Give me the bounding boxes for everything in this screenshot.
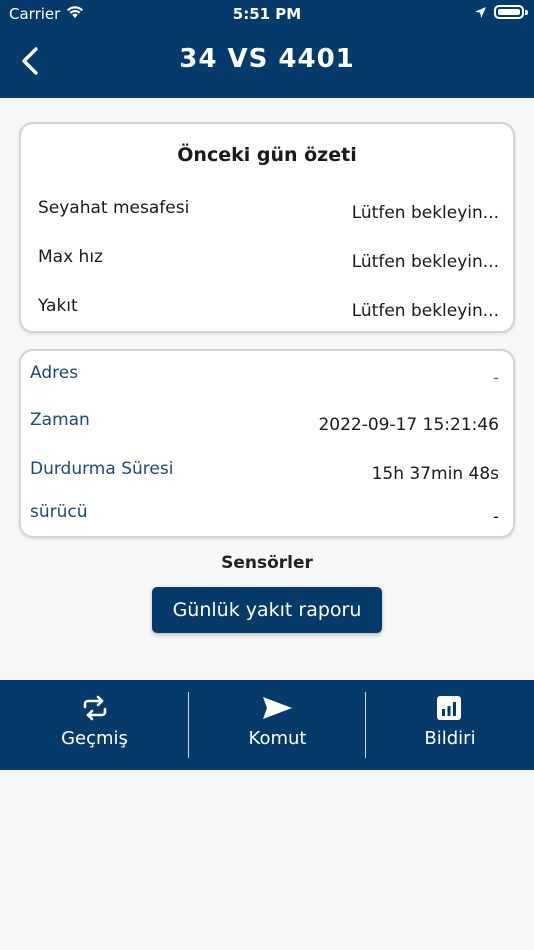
location-arrow-icon bbox=[475, 7, 486, 18]
summary-label: Max hız bbox=[38, 247, 103, 267]
sensors-heading: Sensörler bbox=[221, 553, 313, 573]
repeat-icon bbox=[83, 695, 107, 721]
tab-command[interactable]: Komut bbox=[189, 680, 366, 770]
tab-label: Geçmiş bbox=[61, 728, 128, 749]
detail-value: - bbox=[492, 507, 499, 527]
tab-label: Komut bbox=[248, 728, 307, 749]
detail-value: - bbox=[492, 368, 499, 388]
summary-value: Lütfen bekleyin... bbox=[351, 301, 499, 321]
summary-row-fuel: Yakıt Lütfen bekleyin... bbox=[21, 296, 513, 326]
summary-label: Yakıt bbox=[38, 296, 78, 316]
summary-value: Lütfen bekleyin... bbox=[351, 252, 499, 272]
tab-label: Bildiri bbox=[424, 728, 476, 749]
app-header: Carrier 5:51 PM 34 VS 4401 bbox=[0, 0, 534, 98]
summary-label: Seyahat mesafesi bbox=[38, 198, 190, 218]
detail-label: sürücü bbox=[30, 502, 88, 522]
bottom-tab-bar: Geçmiş Komut Bildiri bbox=[0, 680, 534, 770]
detail-row-driver: sürücü - bbox=[21, 502, 513, 532]
page-title: 34 VS 4401 bbox=[179, 44, 355, 74]
summary-row-max-speed: Max hız Lütfen bekleyin... bbox=[21, 247, 513, 277]
detail-label: Zaman bbox=[30, 410, 90, 430]
daily-fuel-report-button[interactable]: Günlük yakıt raporu bbox=[152, 587, 382, 633]
detail-label: Durdurma Süresi bbox=[30, 459, 174, 479]
status-time: 5:51 PM bbox=[232, 5, 302, 23]
detail-value: 2022-09-17 15:21:46 bbox=[318, 415, 499, 435]
tab-report[interactable]: Bildiri bbox=[366, 680, 534, 770]
detail-value: 15h 37min 48s bbox=[371, 464, 499, 484]
detail-row-address: Adres - bbox=[21, 363, 513, 393]
summary-row-distance: Seyahat mesafesi Lütfen bekleyin... bbox=[21, 198, 513, 228]
battery-icon bbox=[494, 5, 524, 19]
summary-title: Önceki gün özeti bbox=[177, 144, 357, 166]
report-chart-icon bbox=[437, 696, 461, 720]
status-bar: Carrier 5:51 PM bbox=[0, 0, 534, 28]
send-icon bbox=[263, 697, 292, 719]
battery-tip bbox=[525, 10, 528, 15]
summary-value: Lütfen bekleyin... bbox=[351, 203, 499, 223]
tab-history[interactable]: Geçmiş bbox=[0, 680, 189, 770]
vehicle-details-card: Adres - Zaman 2022-09-17 15:21:46 Durdur… bbox=[19, 349, 515, 538]
previous-day-summary-card: Önceki gün özeti Seyahat mesafesi Lütfen… bbox=[19, 122, 515, 333]
detail-row-time: Zaman 2022-09-17 15:21:46 bbox=[21, 410, 513, 440]
detail-row-stop-duration: Durdurma Süresi 15h 37min 48s bbox=[21, 459, 513, 489]
detail-label: Adres bbox=[30, 363, 79, 383]
